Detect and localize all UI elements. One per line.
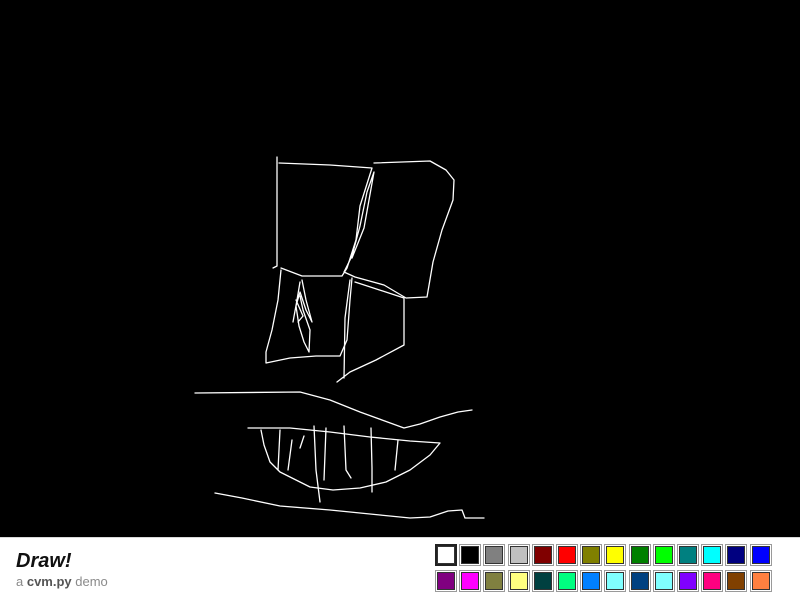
- palette-swatch-frame[interactable]: [507, 570, 530, 592]
- palette-swatch-frame[interactable]: [556, 570, 578, 592]
- palette-swatch-frame[interactable]: [556, 544, 578, 566]
- palette-swatch[interactable]: [727, 572, 746, 590]
- palette-swatch-frame[interactable]: [580, 544, 603, 566]
- palette-swatch-frame[interactable]: [652, 544, 675, 566]
- subtitle-suffix: demo: [71, 574, 108, 589]
- palette-swatch[interactable]: [533, 546, 552, 564]
- palette-swatch[interactable]: [630, 546, 649, 564]
- app-title: Draw!: [16, 550, 72, 572]
- stroke-upper-lip: [194, 391, 473, 429]
- app-subtitle: a cvm.py demo: [16, 574, 108, 590]
- subtitle-brand: cvm.py: [26, 574, 72, 589]
- palette-swatch-frame[interactable]: [677, 544, 699, 566]
- palette-swatch[interactable]: [558, 546, 576, 564]
- draw-app: Draw! a cvm.py demo: [0, 0, 800, 600]
- palette-swatch-frame[interactable]: [531, 544, 554, 566]
- stroke-eye-scribble: [292, 279, 313, 353]
- palette-swatch[interactable]: [606, 546, 625, 564]
- palette-swatch-frame[interactable]: [628, 570, 651, 592]
- footer-bar: Draw! a cvm.py demo: [0, 537, 800, 600]
- palette-swatch[interactable]: [654, 546, 673, 564]
- palette-swatch-frame[interactable]: [435, 570, 457, 592]
- color-palette: [435, 544, 775, 594]
- palette-swatch[interactable]: [679, 546, 697, 564]
- palette-swatch[interactable]: [679, 572, 697, 590]
- palette-swatch-frame[interactable]: [459, 544, 482, 566]
- palette-swatch-frame[interactable]: [507, 544, 530, 566]
- palette-swatch-frame[interactable]: [483, 570, 506, 592]
- stroke-skull-top-right: [343, 160, 455, 299]
- palette-swatch-frame[interactable]: [749, 544, 772, 566]
- palette-swatch-frame[interactable]: [531, 570, 554, 592]
- palette-swatch-frame[interactable]: [483, 544, 506, 566]
- subtitle-prefix: a: [16, 574, 27, 589]
- palette-swatch[interactable]: [437, 546, 455, 564]
- drawing-canvas[interactable]: [0, 0, 800, 537]
- palette-swatch[interactable]: [654, 572, 673, 590]
- palette-swatch-frame[interactable]: [604, 544, 627, 566]
- palette-swatch[interactable]: [751, 572, 770, 590]
- palette-swatch[interactable]: [582, 546, 601, 564]
- palette-swatch[interactable]: [437, 572, 455, 590]
- palette-swatch-frame[interactable]: [677, 570, 699, 592]
- palette-swatch[interactable]: [582, 572, 601, 590]
- palette-swatch[interactable]: [630, 572, 649, 590]
- palette-swatch-frame[interactable]: [604, 570, 627, 592]
- palette-swatch[interactable]: [509, 546, 528, 564]
- palette-swatch[interactable]: [727, 546, 746, 564]
- palette-swatch-frame[interactable]: [435, 544, 457, 566]
- palette-swatch-frame[interactable]: [701, 570, 724, 592]
- palette-swatch-frame[interactable]: [652, 570, 675, 592]
- palette-swatch[interactable]: [509, 572, 528, 590]
- palette-swatch[interactable]: [703, 546, 722, 564]
- palette-swatch[interactable]: [485, 572, 504, 590]
- palette-swatch[interactable]: [485, 546, 504, 564]
- palette-swatch-frame[interactable]: [580, 570, 603, 592]
- palette-swatch[interactable]: [606, 572, 625, 590]
- palette-swatch[interactable]: [461, 546, 480, 564]
- palette-swatch[interactable]: [703, 572, 722, 590]
- palette-swatch-frame[interactable]: [725, 570, 748, 592]
- palette-swatch[interactable]: [558, 572, 576, 590]
- palette-swatch-frame[interactable]: [628, 544, 651, 566]
- palette-swatch[interactable]: [533, 572, 552, 590]
- palette-swatch-frame[interactable]: [701, 544, 724, 566]
- palette-swatch[interactable]: [751, 546, 770, 564]
- palette-swatch[interactable]: [461, 572, 480, 590]
- stroke-lower-lip: [214, 492, 485, 519]
- palette-swatch-frame[interactable]: [459, 570, 482, 592]
- palette-swatch-frame[interactable]: [725, 544, 748, 566]
- stroke-skull-top-left: [272, 156, 373, 277]
- palette-swatch-frame[interactable]: [749, 570, 772, 592]
